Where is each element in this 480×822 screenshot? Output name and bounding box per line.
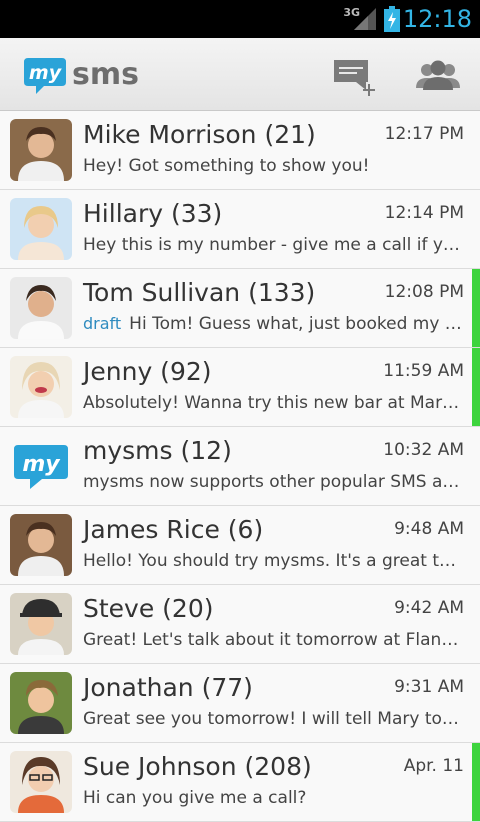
contact-name: James Rice (6) xyxy=(83,515,264,544)
clock: 12:18 xyxy=(402,5,472,33)
message-time: 9:48 AM xyxy=(394,519,464,539)
message-preview: Absolutely! Wanna try this new bar at Ma… xyxy=(83,393,463,413)
contact-avatar xyxy=(10,356,72,418)
conversation-row[interactable]: Jenny (92) 11:59 AM Absolutely! Wanna tr… xyxy=(0,348,480,427)
action-bar: my sms xyxy=(0,38,480,111)
conversation-row[interactable]: Sue Johnson (208) Apr. 11 Hi can you giv… xyxy=(0,743,480,822)
signal-icon xyxy=(354,8,376,30)
contact-avatar xyxy=(10,751,72,813)
mysms-logo: my sms xyxy=(24,57,139,94)
contact-avatar xyxy=(10,593,72,655)
contact-name: Jonathan (77) xyxy=(83,673,253,702)
contacts-button[interactable] xyxy=(414,56,462,96)
message-time: Apr. 11 xyxy=(403,756,464,776)
contact-name: Tom Sullivan (133) xyxy=(83,278,316,307)
message-time: 10:32 AM xyxy=(383,440,464,460)
message-preview: Hey! Got something to show you! xyxy=(83,156,463,176)
contact-name: Mike Morrison (21) xyxy=(83,120,316,149)
unread-indicator xyxy=(472,743,480,821)
message-preview: Hi can you give me a call? xyxy=(83,788,463,808)
conversation-row[interactable]: my mysms (12) 10:32 AM mysms now support… xyxy=(0,427,480,506)
conversation-row[interactable]: Hillary (33) 12:14 PM Hey this is my num… xyxy=(0,190,480,269)
message-preview: Great! Let's talk about it tomorrow at F… xyxy=(83,630,463,650)
unread-indicator xyxy=(472,269,480,347)
conversation-list: Mike Morrison (21) 12:17 PM Hey! Got som… xyxy=(0,111,480,822)
contact-name: Jenny (92) xyxy=(83,357,212,386)
message-text: Hey this is my number - give me a call i… xyxy=(83,235,463,255)
message-time: 12:14 PM xyxy=(384,203,464,223)
contact-name: Steve (20) xyxy=(83,594,214,623)
message-preview: mysms now supports other popular SMS app… xyxy=(83,472,463,492)
conversation-row[interactable]: Mike Morrison (21) 12:17 PM Hey! Got som… xyxy=(0,111,480,190)
status-bar: 3G 12:18 xyxy=(0,0,480,38)
contact-name: Sue Johnson (208) xyxy=(83,752,312,781)
draft-label: draft xyxy=(83,314,122,333)
svg-text:my: my xyxy=(22,452,61,477)
message-preview: draft Hi Tom! Guess what, just booked my … xyxy=(83,314,463,334)
message-time: 9:42 AM xyxy=(394,598,464,618)
contact-name: Hillary (33) xyxy=(83,199,223,228)
contact-avatar: my xyxy=(10,435,72,497)
contact-avatar xyxy=(10,672,72,734)
contact-avatar xyxy=(10,277,72,339)
battery-charging-icon xyxy=(384,6,400,32)
contact-avatar xyxy=(10,119,72,181)
message-time: 12:08 PM xyxy=(384,282,464,302)
message-time: 9:31 AM xyxy=(394,677,464,697)
message-text: Great! Let's talk about it tomorrow at F… xyxy=(83,630,463,650)
conversation-row[interactable]: Steve (20) 9:42 AM Great! Let's talk abo… xyxy=(0,585,480,664)
contact-name: mysms (12) xyxy=(83,436,232,465)
message-text: mysms now supports other popular SMS app… xyxy=(83,472,463,492)
message-time: 12:17 PM xyxy=(384,124,464,144)
new-message-button[interactable] xyxy=(330,56,380,96)
conversation-row[interactable]: James Rice (6) 9:48 AM Hello! You should… xyxy=(0,506,480,585)
unread-indicator xyxy=(472,348,480,426)
conversation-row[interactable]: Jonathan (77) 9:31 AM Great see you tomo… xyxy=(0,664,480,743)
contact-avatar xyxy=(10,514,72,576)
svg-text:my: my xyxy=(29,62,63,84)
svg-text:sms: sms xyxy=(72,57,139,92)
message-text: Great see you tomorrow! I will tell Mary… xyxy=(83,709,463,729)
message-preview: Hey this is my number - give me a call i… xyxy=(83,235,463,255)
conversation-row[interactable]: Tom Sullivan (133) 12:08 PM draft Hi Tom!… xyxy=(0,269,480,348)
message-text: Absolutely! Wanna try this new bar at Ma… xyxy=(83,393,463,413)
message-preview: Hello! You should try mysms. It's a grea… xyxy=(83,551,463,571)
message-preview: Great see you tomorrow! I will tell Mary… xyxy=(83,709,463,729)
message-text: Hi can you give me a call? xyxy=(83,788,307,808)
message-time: 11:59 AM xyxy=(383,361,464,381)
message-text: Hey! Got something to show you! xyxy=(83,156,370,176)
message-text: Hello! You should try mysms. It's a grea… xyxy=(83,551,463,571)
contact-avatar xyxy=(10,198,72,260)
message-text: Hi Tom! Guess what, just booked my fligh… xyxy=(129,314,463,334)
